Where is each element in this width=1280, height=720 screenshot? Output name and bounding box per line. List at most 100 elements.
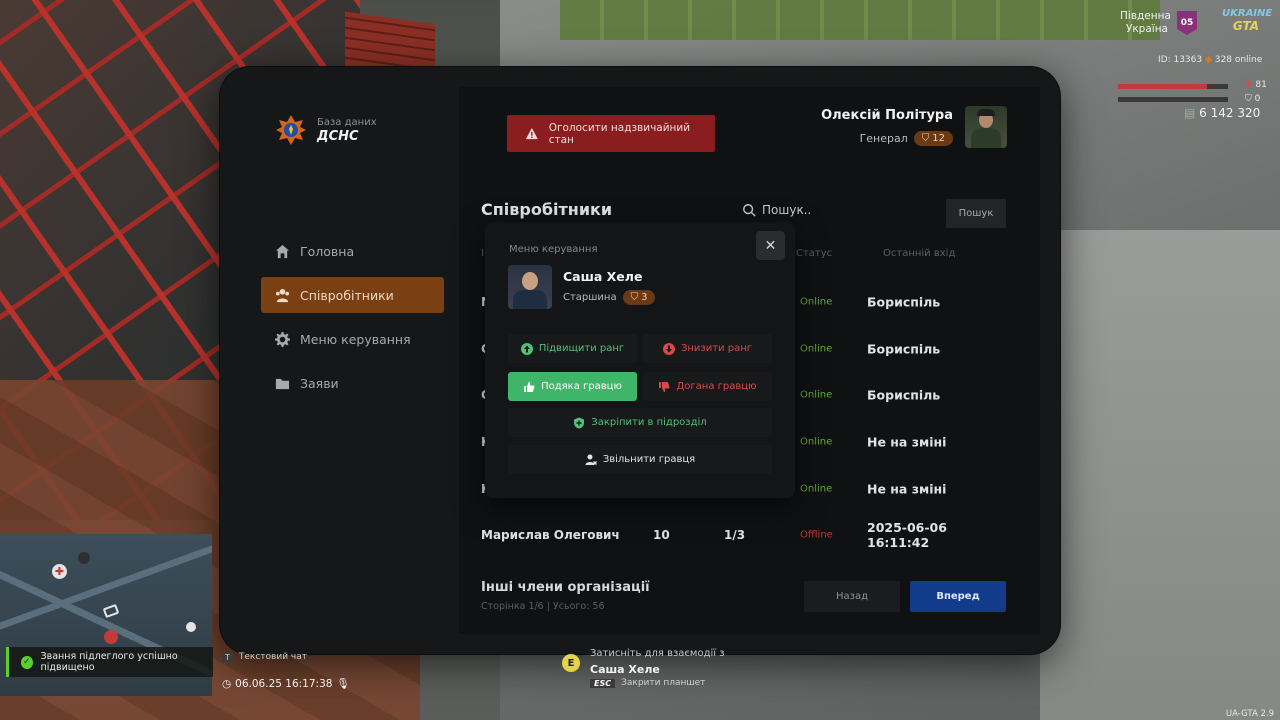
fire-player-label: Звільнити гравця: [602, 454, 696, 465]
row-location: Не на зміні: [867, 481, 947, 497]
users-icon: [275, 288, 290, 302]
player-rank-line: Старшина ⛉ 3: [563, 290, 656, 305]
region-line-1: Південна: [1120, 10, 1171, 22]
folder-icon: [275, 378, 290, 389]
close-modal-button[interactable]: ✕: [756, 231, 785, 260]
player-arrow-icon: [102, 603, 120, 619]
date-time: ◷ 06.06.25 16:17:38 🎙: [222, 677, 350, 691]
search-field[interactable]: Пошук..: [742, 203, 811, 217]
row-status: Online: [800, 343, 833, 355]
armor-value: ⛉ 0: [1245, 94, 1260, 104]
declare-emergency-button[interactable]: Оголосити надзвичайний стан: [507, 115, 715, 152]
grass-strip: [560, 0, 1160, 40]
other-members-title: Інші члени організації: [481, 580, 650, 595]
player-id: ID: 13363: [1158, 55, 1203, 65]
arrow-down-circle-icon: [662, 342, 675, 355]
map-marker-icon: [78, 552, 90, 564]
search-placeholder: Пошук..: [762, 203, 812, 217]
armor-bar: [1118, 97, 1228, 102]
date-time-value: 06.06.25 16:17:38: [235, 677, 333, 690]
health-bar: [1118, 84, 1228, 89]
promote-label: Підвищити ранг: [538, 343, 625, 354]
chat-key: T: [222, 652, 233, 662]
row-location: Бориспіль: [867, 341, 941, 357]
pagination-info: Сторінка 1/6 | Усього: 56: [481, 601, 605, 612]
current-user: Олексій Політура Генерал ⛉ 12: [821, 106, 1007, 148]
gear-icon: [275, 331, 290, 347]
declare-emergency-label: Оголосити надзвичайний стан: [548, 121, 691, 146]
online-dot-icon: ◆: [1204, 55, 1215, 65]
server-logo: UKRAINE GTA: [1222, 8, 1272, 40]
row-name: Марислав Олегович: [481, 528, 620, 542]
fire-station-map-icon: [104, 630, 118, 644]
sidewalk: [1040, 230, 1280, 720]
sidebar-item-employees[interactable]: Співробітники: [261, 277, 444, 313]
map-blip-icon: [186, 622, 196, 632]
home-icon: [275, 244, 290, 258]
heart-icon: ✚: [1245, 80, 1253, 90]
player-name: Саша Хеле: [563, 269, 643, 284]
clock-icon: ◷: [222, 677, 232, 690]
brand: База даних ДСНС: [275, 114, 377, 146]
thumbs-up-icon: [524, 381, 535, 392]
row-location: 2025-06-06 16:11:42: [867, 520, 947, 550]
player-id-line: ID: 13363 ◆ 328 online: [1158, 55, 1262, 65]
sidebar-item-applications[interactable]: Заяви: [261, 365, 444, 401]
row-status: Online: [800, 296, 833, 308]
toast-message: Звання підлеглого успішно підвищено: [40, 651, 178, 673]
armor-icon: ⛉: [1245, 94, 1252, 104]
row-status: Online: [800, 483, 833, 495]
player-rank-level: 3: [641, 292, 648, 303]
table-row[interactable]: Марислав Олегович 10 1/3 Offline 2025-06…: [481, 512, 1006, 558]
reprimand-player-label: Догана гравцю: [676, 381, 757, 392]
interact-key: E: [562, 654, 580, 672]
column-header-name: І: [481, 248, 484, 259]
row-status: Online: [800, 436, 833, 448]
control-menu-modal: Меню керування ✕ Саша Хеле Старшина ⛉ 3 …: [485, 222, 795, 498]
armor-number: 0: [1254, 94, 1261, 104]
sidebar-nav: Головна Співробітники Меню керування Зая…: [261, 233, 444, 409]
row-status: Offline: [800, 529, 833, 541]
thumbs-down-icon: [659, 381, 670, 392]
player-rank-badge: ⛉ 3: [622, 290, 656, 305]
row-level: 10: [653, 528, 670, 542]
user-rank-level: 12: [932, 133, 945, 144]
promote-button[interactable]: Підвищити ранг: [508, 334, 637, 363]
assign-unit-button[interactable]: Закріпити в підрозділ: [508, 408, 772, 437]
money-display: ▤ 6 142 320: [1184, 106, 1260, 120]
region-line-2: Україна: [1125, 23, 1168, 35]
brand-name: ДСНС: [317, 129, 359, 144]
prev-page-button[interactable]: Назад: [804, 581, 900, 612]
shield-plus-icon: [574, 417, 585, 428]
success-toast: ✓ Звання підлеглого успішно підвищено: [6, 647, 213, 677]
row-location: Не на зміні: [867, 434, 947, 450]
interact-target: Саша Хеле: [590, 663, 660, 676]
row-status: Online: [800, 389, 833, 401]
demote-button[interactable]: Знизити ранг: [643, 334, 772, 363]
search-button[interactable]: Пошук: [946, 199, 1006, 228]
check-icon: ✓: [21, 655, 33, 669]
user-rank-badge: ⛉ 12: [913, 131, 953, 146]
user-remove-icon: [585, 454, 597, 465]
player-avatar: [508, 265, 552, 309]
sidebar-item-label: Заяви: [300, 375, 339, 391]
column-header-status: Статус: [796, 248, 833, 259]
health-number: 81: [1255, 80, 1267, 90]
region-name: Південна Україна: [1120, 10, 1171, 36]
user-avatar: [965, 106, 1007, 148]
hospital-map-icon: ✚: [52, 564, 67, 579]
modal-title: Меню керування: [509, 244, 598, 255]
warning-icon: [525, 127, 538, 139]
fire-player-button[interactable]: Звільнити гравця: [508, 445, 772, 474]
sidebar-item-home[interactable]: Головна: [261, 233, 444, 269]
text-chat-hint: T Текстовий чат: [222, 652, 307, 662]
next-page-button[interactable]: Вперед: [910, 581, 1006, 612]
reprimand-player-button[interactable]: Догана гравцю: [643, 372, 772, 401]
game-version: UA-GTA 2.9: [1225, 709, 1274, 719]
sidebar-item-control-menu[interactable]: Меню керування: [261, 321, 444, 357]
thank-player-button[interactable]: Подяка гравцю: [508, 372, 637, 401]
demote-label: Знизити ранг: [680, 343, 753, 354]
dsns-emblem-icon: [276, 115, 306, 145]
interact-hint-text: Затисніть для взаємодії з: [590, 648, 725, 659]
money-amount: 6 142 320: [1199, 106, 1261, 120]
